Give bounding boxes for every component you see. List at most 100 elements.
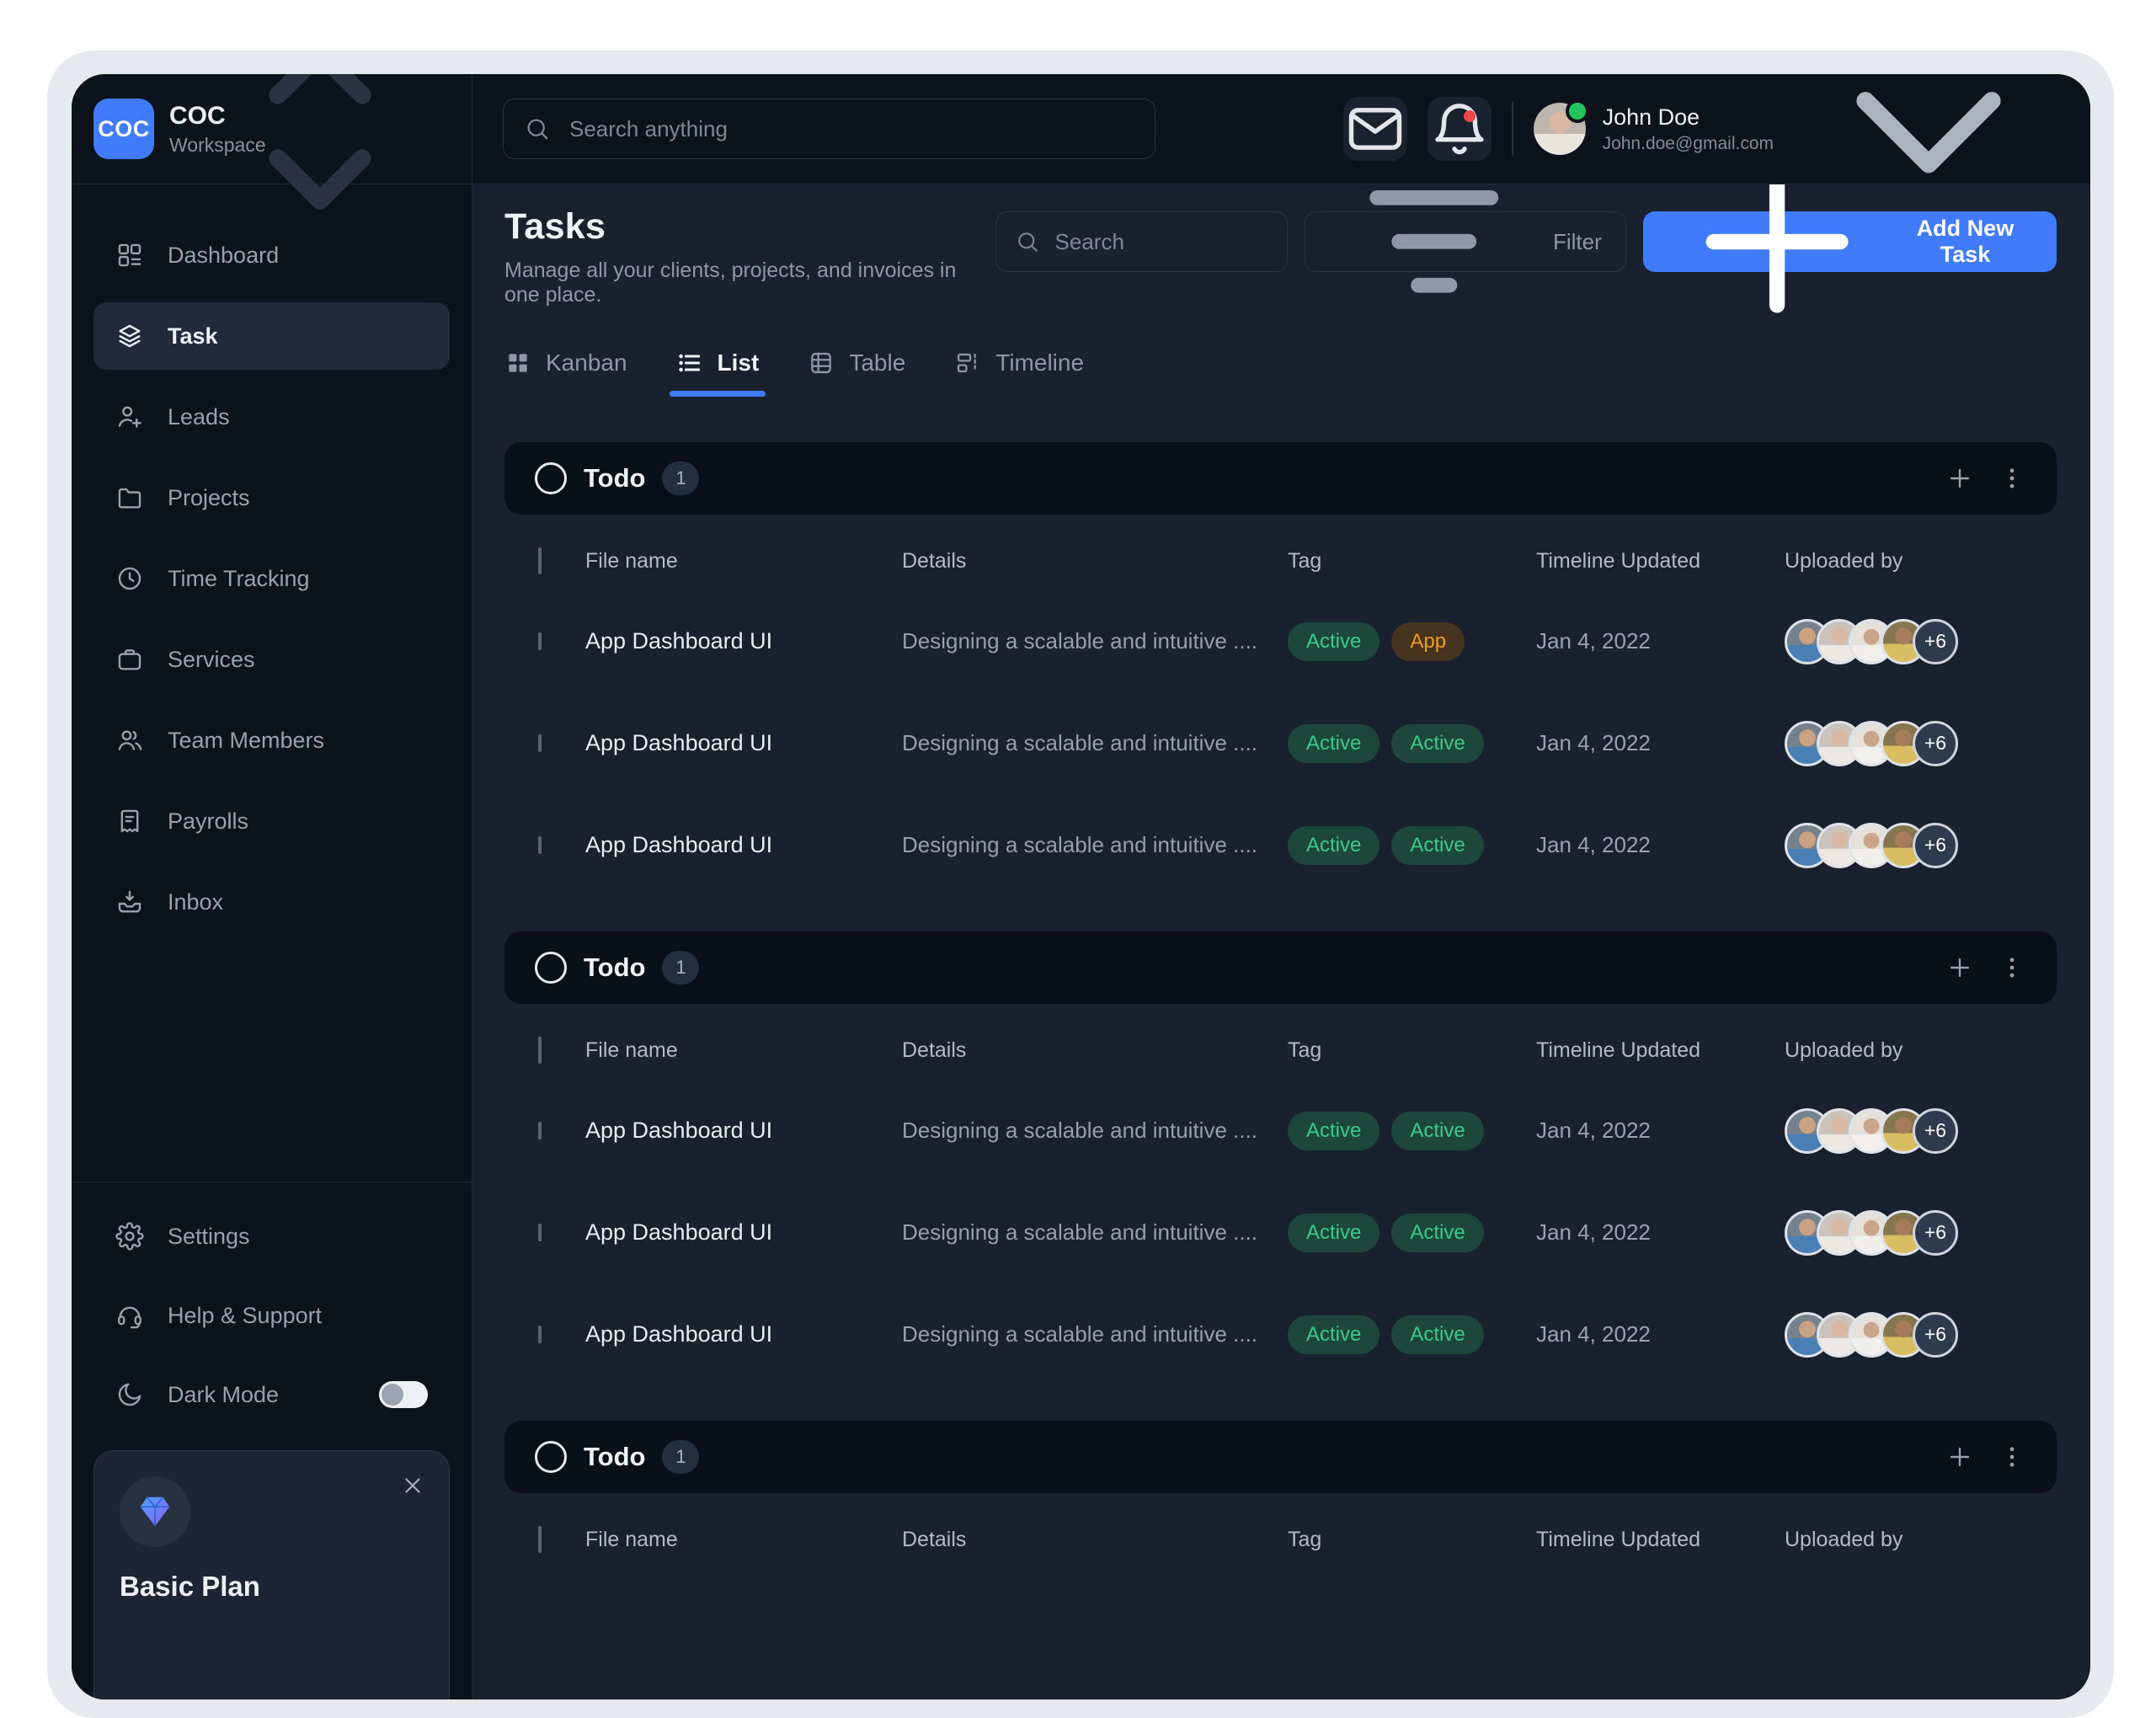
sidebar-item-label: Dark Mode	[168, 1382, 279, 1408]
uploaded-by-avatars: +6	[1785, 619, 2057, 664]
filter-button[interactable]: Filter	[1305, 211, 1625, 272]
select-all-checkbox[interactable]	[538, 1526, 542, 1553]
mail-icon	[1343, 97, 1407, 161]
workspace-switcher-icon[interactable]	[194, 74, 446, 258]
sidebar-item-task[interactable]: Task	[93, 302, 450, 370]
row-checkbox[interactable]	[538, 632, 542, 650]
global-search-input[interactable]	[568, 115, 1134, 143]
sidebar-item-dark-mode[interactable]: Dark Mode	[93, 1361, 450, 1428]
select-all-checkbox[interactable]	[538, 547, 542, 574]
column-header: Uploaded by	[1785, 1528, 2057, 1552]
page-title: Tasks	[504, 206, 995, 248]
task-row[interactable]: App Dashboard UI Designing a scalable an…	[504, 692, 2057, 794]
sidebar-item-payrolls[interactable]: Payrolls	[93, 787, 450, 855]
column-header: Details	[902, 549, 1288, 574]
sidebar-item-services[interactable]: Services	[93, 626, 450, 693]
add-new-task-button[interactable]: Add New Task	[1643, 211, 2057, 272]
tab-timeline[interactable]: Timeline	[954, 349, 1084, 397]
file-details: Designing a scalable and intuitive ....	[902, 832, 1288, 858]
page-heading-block: Tasks Manage all your clients, projects,…	[504, 206, 995, 307]
row-checkbox[interactable]	[538, 1122, 542, 1139]
mail-button[interactable]	[1343, 97, 1407, 161]
task-row[interactable]: App Dashboard UI Designing a scalable an…	[504, 1283, 2057, 1385]
row-checkbox[interactable]	[538, 1326, 542, 1343]
tab-label: Kanban	[546, 349, 627, 376]
sidebar-item-team-members[interactable]: Team Members	[93, 707, 450, 774]
tag-pill: Active	[1288, 1315, 1380, 1354]
timeline-updated: Jan 4, 2022	[1536, 1219, 1785, 1246]
kebab-menu-button[interactable]	[1998, 953, 2026, 982]
task-section: Todo 1 File name Details Tag Timeline Up…	[504, 931, 2057, 1385]
status-circle-icon[interactable]	[535, 952, 567, 984]
status-circle-icon[interactable]	[535, 462, 567, 494]
uploaded-by-avatars: +6	[1785, 721, 2057, 766]
sidebar-item-label: Team Members	[168, 728, 324, 754]
uploaded-by-avatars: +6	[1785, 1210, 2057, 1256]
section-count-badge: 1	[662, 951, 699, 984]
add-task-label: Add New Task	[1899, 216, 2031, 268]
workspace-header[interactable]: COC COC Workspace	[72, 74, 472, 184]
section-count-badge: 1	[662, 1440, 699, 1474]
sidebar-item-time-tracking[interactable]: Time Tracking	[93, 545, 450, 612]
task-row[interactable]: App Dashboard UI Designing a scalable an…	[504, 590, 2057, 692]
list-icon	[676, 349, 703, 376]
page-actions: Filter Add New Task	[995, 211, 2057, 272]
add-row-button[interactable]	[1945, 1443, 1974, 1471]
user-plus-icon	[115, 403, 144, 431]
avatar-overflow-count: +6	[1913, 1108, 1958, 1154]
task-section: Todo 1 File name Details Tag Timeline Up…	[504, 1421, 2057, 1569]
sidebar-item-leads[interactable]: Leads	[93, 383, 450, 451]
row-checkbox[interactable]	[538, 734, 542, 752]
layers-icon	[115, 322, 144, 350]
task-row[interactable]: App Dashboard UI Designing a scalable an…	[504, 794, 2057, 896]
file-name: App Dashboard UI	[585, 1118, 902, 1144]
dark-mode-toggle[interactable]	[379, 1381, 428, 1408]
gear-icon	[115, 1222, 144, 1251]
kebab-menu-button[interactable]	[1998, 1443, 2026, 1471]
column-header-row: File name Details Tag Timeline Updated U…	[504, 1510, 2057, 1569]
sidebar-item-inbox[interactable]: Inbox	[93, 868, 450, 936]
column-header-row: File name Details Tag Timeline Updated U…	[504, 531, 2057, 590]
row-checkbox[interactable]	[538, 1224, 542, 1241]
file-name: App Dashboard UI	[585, 1321, 902, 1347]
task-search-input[interactable]	[1054, 228, 1269, 256]
uploaded-by-avatars: +6	[1785, 823, 2057, 868]
status-circle-icon[interactable]	[535, 1441, 567, 1473]
tab-table[interactable]: Table	[808, 349, 905, 397]
select-all-checkbox[interactable]	[538, 1037, 542, 1064]
add-row-button[interactable]	[1945, 953, 1974, 982]
gem-icon	[136, 1492, 174, 1531]
file-details: Designing a scalable and intuitive ....	[902, 628, 1288, 654]
global-search[interactable]	[503, 99, 1155, 159]
column-header: Tag	[1288, 549, 1536, 574]
page-subtitle: Manage all your clients, projects, and i…	[504, 259, 995, 307]
avatar-overflow-count: +6	[1913, 619, 1958, 664]
tag-list: ActiveActive	[1288, 1315, 1536, 1354]
tab-label: Timeline	[995, 349, 1084, 376]
folder-icon	[115, 483, 144, 512]
headset-icon	[115, 1301, 144, 1330]
task-sections: Todo 1 File name Details Tag Timeline Up…	[504, 442, 2057, 1569]
filter-icon	[1329, 184, 1540, 347]
sidebar-item-label: Task	[168, 323, 218, 349]
tab-kanban[interactable]: Kanban	[504, 349, 627, 397]
row-checkbox[interactable]	[538, 836, 542, 854]
add-row-button[interactable]	[1945, 464, 1974, 493]
tag-pill: Active	[1391, 1112, 1483, 1150]
sidebar-item-label: Leads	[168, 404, 230, 430]
kebab-menu-button[interactable]	[1998, 464, 2026, 493]
main-area: John Doe John.doe@gmail.com Tasks Manage…	[472, 74, 2090, 1699]
notifications-button[interactable]	[1428, 97, 1492, 161]
tab-list[interactable]: List	[676, 349, 760, 397]
file-details: Designing a scalable and intuitive ....	[902, 1118, 1288, 1144]
briefcase-icon	[115, 645, 144, 674]
sidebar-item-help-support[interactable]: Help & Support	[93, 1282, 450, 1349]
task-search[interactable]	[995, 211, 1289, 272]
task-row[interactable]: App Dashboard UI Designing a scalable an…	[504, 1182, 2057, 1283]
close-icon[interactable]	[400, 1473, 425, 1498]
task-row[interactable]: App Dashboard UI Designing a scalable an…	[504, 1080, 2057, 1182]
section-actions	[1945, 1443, 2026, 1471]
sidebar-item-label: Services	[168, 647, 255, 673]
sidebar-item-projects[interactable]: Projects	[93, 464, 450, 531]
sidebar-item-settings[interactable]: Settings	[93, 1203, 450, 1270]
